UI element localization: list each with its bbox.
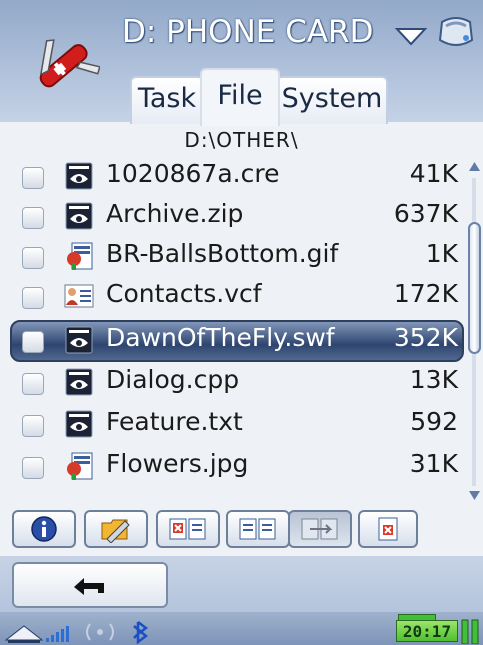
- swiss-knife-app-icon: [39, 39, 100, 88]
- copy-icon: [239, 518, 276, 540]
- file-row-selected[interactable]: DawnOfTheFly.swf 352K: [0, 320, 466, 362]
- info-button[interactable]: [12, 510, 76, 548]
- delete-files-button[interactable]: [156, 510, 220, 548]
- current-path: D:\OTHER\: [184, 128, 299, 152]
- scroll-up-arrow-icon[interactable]: [468, 160, 481, 172]
- clock: 20:17: [396, 620, 458, 642]
- tab-system-label: System: [281, 83, 383, 114]
- file-name: Feature.txt: [106, 407, 243, 436]
- tab-file-label: File: [217, 80, 263, 111]
- generic-file-icon: [65, 202, 93, 230]
- signal-strength-icon: [461, 619, 479, 644]
- file-checkbox[interactable]: [22, 373, 44, 395]
- file-checkbox[interactable]: [22, 207, 44, 229]
- image-file-icon: [67, 452, 93, 480]
- file-size: 1K: [425, 239, 458, 268]
- file-checkbox[interactable]: [22, 457, 44, 479]
- generic-file-icon: [65, 410, 93, 438]
- tab-task-label: Task: [137, 83, 197, 114]
- tab-file[interactable]: File: [200, 68, 280, 126]
- file-size: 172K: [393, 279, 458, 308]
- file-size: 352K: [393, 323, 458, 352]
- file-size: 13K: [409, 365, 458, 394]
- copy-button[interactable]: [226, 510, 290, 548]
- file-name: 1020867a.cre: [106, 159, 280, 188]
- action-toolbar: [0, 504, 483, 552]
- file-size: 41K: [409, 159, 458, 188]
- rename-button[interactable]: [84, 510, 148, 548]
- move-icon: [301, 518, 338, 540]
- delete-files-icon: [169, 518, 206, 540]
- bluetooth-icon: [133, 621, 149, 644]
- scrollbar[interactable]: [466, 160, 483, 504]
- scroll-down-arrow-icon[interactable]: [468, 490, 481, 502]
- file-row[interactable]: Dialog.cpp 13K: [0, 362, 466, 402]
- file-manager-screen: D: PHONE CARD Task File System D:\OTHER\…: [0, 0, 483, 645]
- file-checkbox[interactable]: [22, 415, 44, 437]
- file-checkbox[interactable]: [22, 167, 44, 189]
- tab-task[interactable]: Task: [130, 76, 204, 124]
- file-row[interactable]: Archive.zip 637K: [0, 196, 466, 236]
- drive-selector-title[interactable]: D: PHONE CARD: [122, 14, 373, 50]
- home-icon: [4, 625, 44, 643]
- generic-file-icon: [65, 162, 93, 190]
- file-row[interactable]: Feature.txt 592: [0, 404, 466, 444]
- tab-system[interactable]: System: [276, 76, 388, 124]
- wireless-icon: [86, 623, 114, 641]
- softkey-bar: [0, 556, 483, 612]
- file-name: BR-BallsBottom.gif: [106, 239, 339, 268]
- back-button[interactable]: [12, 562, 168, 608]
- signal-bars-icon: [46, 626, 69, 642]
- file-checkbox[interactable]: [22, 247, 44, 269]
- file-name: Archive.zip: [106, 199, 244, 228]
- scroll-thumb[interactable]: [468, 222, 481, 354]
- back-arrow-icon: [74, 578, 104, 595]
- file-size: 31K: [409, 449, 458, 478]
- file-row[interactable]: Flowers.jpg 31K: [0, 446, 466, 486]
- file-checkbox[interactable]: [22, 331, 44, 353]
- generic-file-icon: [65, 326, 93, 354]
- file-row[interactable]: Contacts.vcf 172K: [0, 276, 466, 316]
- status-bar: 20:17: [0, 612, 483, 645]
- file-row[interactable]: 1020867a.cre 41K: [0, 156, 466, 196]
- file-name: Flowers.jpg: [106, 449, 249, 478]
- info-icon: [31, 516, 57, 542]
- file-checkbox[interactable]: [22, 287, 44, 309]
- file-size: 592: [410, 407, 458, 436]
- file-name: DawnOfTheFly.swf: [106, 323, 335, 352]
- generic-file-icon: [65, 368, 93, 396]
- memory-card-icon[interactable]: [436, 14, 476, 52]
- file-row[interactable]: BR-BallsBottom.gif 1K: [0, 236, 466, 276]
- file-name: Contacts.vcf: [106, 279, 262, 308]
- file-name: Dialog.cpp: [106, 365, 240, 394]
- delete-icon: [378, 517, 398, 541]
- chevron-down-icon[interactable]: [394, 26, 428, 46]
- contact-card-icon: [64, 284, 94, 308]
- delete-button[interactable]: [358, 510, 418, 548]
- status-icons: [4, 621, 149, 644]
- header: D: PHONE CARD Task File System: [0, 0, 483, 126]
- file-size: 637K: [393, 199, 458, 228]
- rename-icon: [101, 519, 130, 543]
- image-file-icon: [67, 242, 93, 270]
- move-button[interactable]: [288, 510, 352, 548]
